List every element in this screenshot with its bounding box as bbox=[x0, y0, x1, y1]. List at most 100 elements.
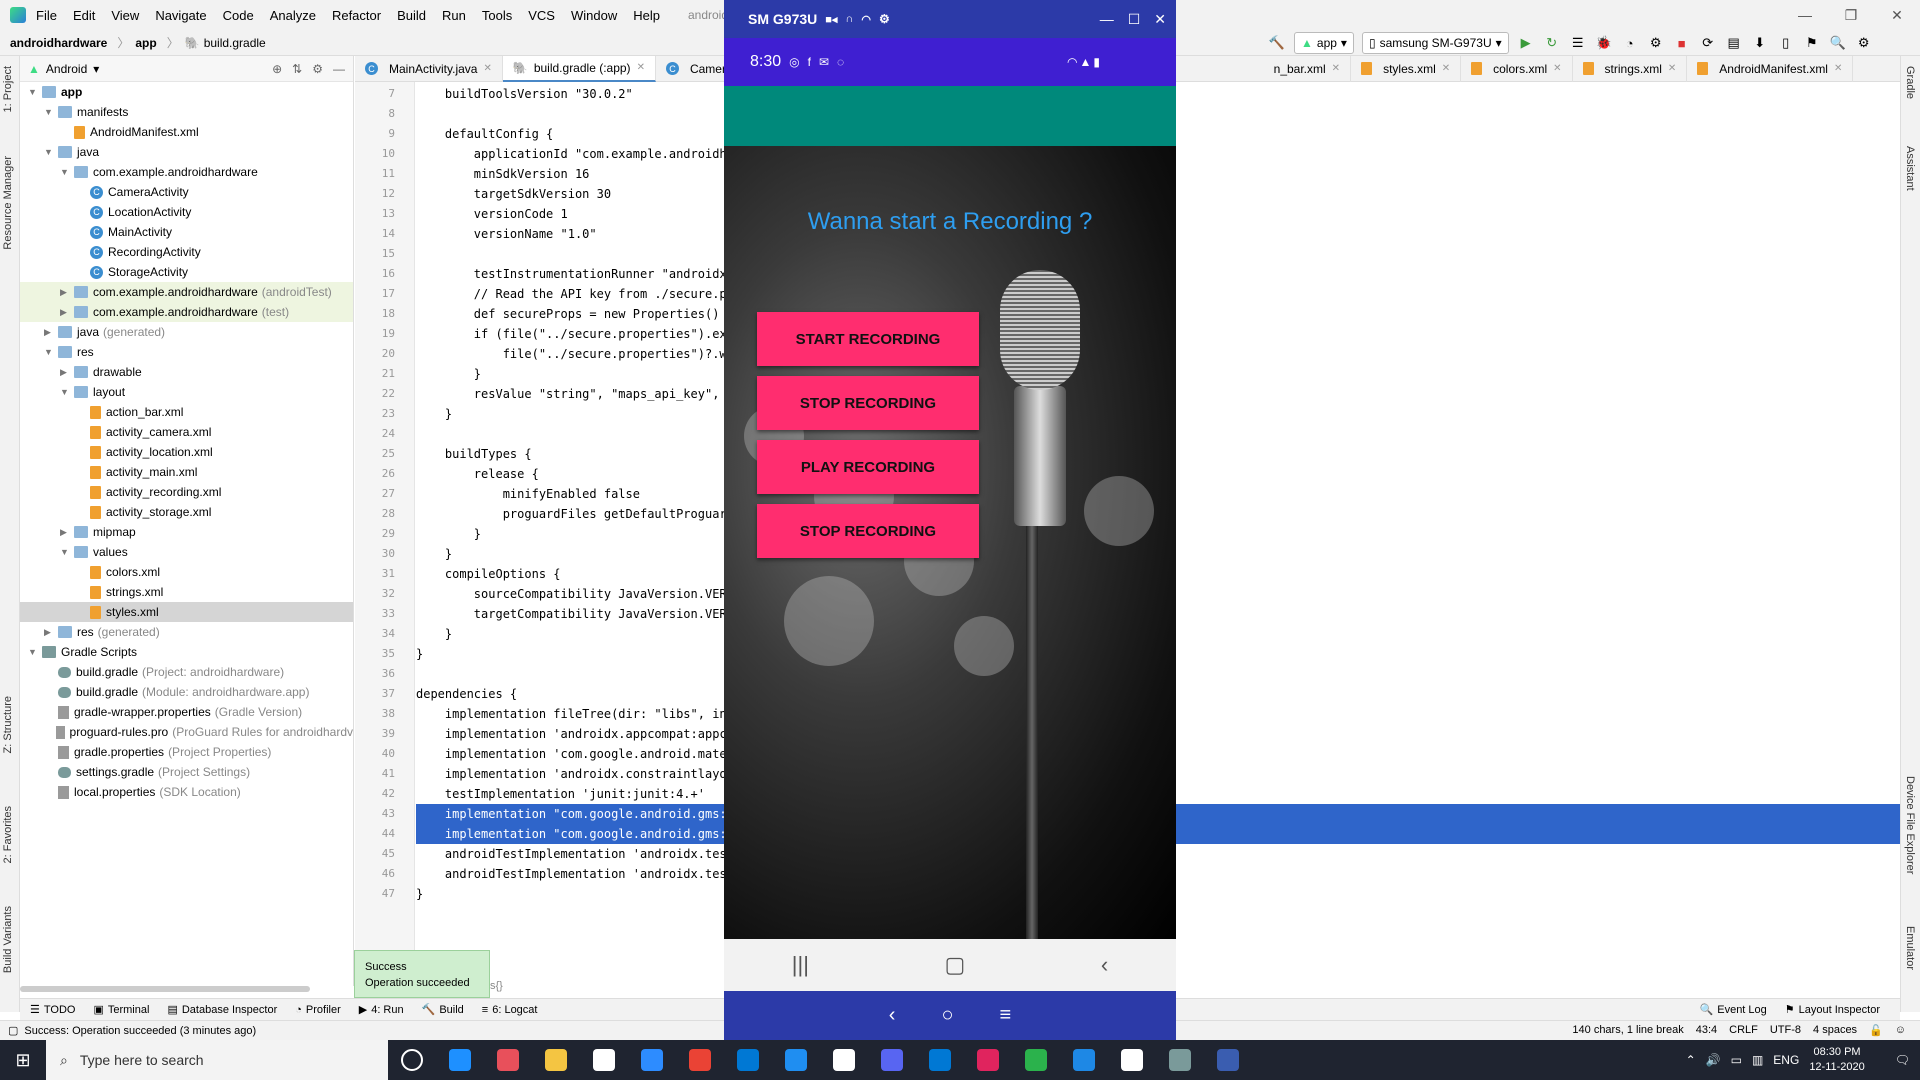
tree-item[interactable]: C MainActivity bbox=[20, 222, 353, 242]
tab-mainactivity[interactable]: C MainActivity.java ✕ bbox=[355, 55, 503, 82]
profile-icon[interactable]: ◔ bbox=[1621, 34, 1639, 52]
tree-item[interactable]: ▼ res bbox=[20, 342, 353, 362]
sdk-manager-icon[interactable]: ⬇ bbox=[1751, 34, 1769, 52]
tree-item[interactable]: strings.xml bbox=[20, 582, 353, 602]
tree-item[interactable]: C StorageActivity bbox=[20, 262, 353, 282]
expanded-arrow-icon[interactable]: ▼ bbox=[60, 547, 70, 557]
restore-icon[interactable]: ❐ bbox=[1828, 0, 1874, 30]
search-icon[interactable]: 🔍 bbox=[1829, 34, 1847, 52]
run-config-select[interactable]: ▲ app ▾ bbox=[1294, 32, 1354, 54]
tab-strings-xml[interactable]: strings.xml ✕ bbox=[1573, 55, 1688, 82]
tree-item[interactable]: ▶ mipmap bbox=[20, 522, 353, 542]
tree-item[interactable]: colors.xml bbox=[20, 562, 353, 582]
tree-item[interactable]: ▶ res (generated) bbox=[20, 622, 353, 642]
tree-item[interactable]: gradle.properties (Project Properties) bbox=[20, 742, 353, 762]
tree-item[interactable]: ▼ layout bbox=[20, 382, 353, 402]
tool-database-inspector[interactable]: ▤ Database Inspector bbox=[167, 1003, 277, 1017]
tool-build[interactable]: 🔨 Build bbox=[422, 1003, 464, 1017]
logcat-icon[interactable]: ☰ bbox=[1569, 34, 1587, 52]
stop-playback-button[interactable]: STOP RECORDING bbox=[757, 504, 979, 558]
menu-refactor[interactable]: Refactor bbox=[332, 0, 391, 30]
collapse-icon[interactable]: ⇅ bbox=[292, 62, 302, 76]
tab-androidmanifest-xml[interactable]: AndroidManifest.xml ✕ bbox=[1687, 55, 1854, 82]
tool-layout-inspector[interactable]: ⚑ Layout Inspector bbox=[1785, 1003, 1880, 1017]
taskbar-app-icon[interactable] bbox=[436, 1040, 484, 1080]
tab-structure[interactable]: Z: Structure bbox=[2, 696, 14, 753]
tab-action-bar-xml[interactable]: n_bar.xml ✕ bbox=[1264, 55, 1352, 82]
recent-apps-icon[interactable]: ||| bbox=[792, 952, 809, 978]
play-recording-button[interactable]: PLAY RECORDING bbox=[757, 440, 979, 494]
settings-icon[interactable]: ⚙ bbox=[1855, 34, 1873, 52]
menu-analyze[interactable]: Analyze bbox=[270, 0, 326, 30]
menu-code[interactable]: Code bbox=[223, 0, 264, 30]
back-icon[interactable]: ‹ bbox=[889, 1004, 896, 1027]
tab-favorites[interactable]: 2: Favorites bbox=[2, 806, 14, 863]
tool-terminal[interactable]: ▣ Terminal bbox=[93, 1003, 149, 1017]
collapsed-arrow-icon[interactable]: ▶ bbox=[60, 367, 70, 378]
collapsed-arrow-icon[interactable]: ▶ bbox=[60, 307, 70, 318]
taskbar-app-icon[interactable] bbox=[1060, 1040, 1108, 1080]
network-icon[interactable]: ▥ bbox=[1752, 1053, 1763, 1067]
windows-start-icon[interactable]: ⊞ bbox=[0, 1040, 46, 1080]
expanded-arrow-icon[interactable]: ▼ bbox=[28, 87, 38, 97]
tree-item[interactable]: ▶ com.example.androidhardware (test) bbox=[20, 302, 353, 322]
tab-styles-xml[interactable]: styles.xml ✕ bbox=[1351, 55, 1462, 82]
tab-build-gradle[interactable]: 🐘 build.gradle (:app) ✕ bbox=[502, 55, 656, 82]
project-scrollbar[interactable] bbox=[20, 986, 310, 992]
tool-event-log[interactable]: 🔍 Event Log bbox=[1700, 1003, 1767, 1017]
taskbar-app-icon[interactable] bbox=[1156, 1040, 1204, 1080]
collapsed-arrow-icon[interactable]: ▶ bbox=[44, 327, 54, 338]
taskbar-app-icon[interactable] bbox=[772, 1040, 820, 1080]
language-indicator[interactable]: ENG bbox=[1773, 1053, 1799, 1067]
tree-item[interactable]: proguard-rules.pro (ProGuard Rules for an… bbox=[20, 722, 353, 742]
tree-item[interactable]: activity_main.xml bbox=[20, 462, 353, 482]
line-separator[interactable]: CRLF bbox=[1729, 1024, 1758, 1037]
collapsed-arrow-icon[interactable]: ▶ bbox=[60, 527, 70, 538]
menu-icon[interactable]: ≡ bbox=[1000, 1004, 1012, 1027]
expanded-arrow-icon[interactable]: ▼ bbox=[44, 347, 54, 357]
tree-item[interactable]: ▼ com.example.androidhardware bbox=[20, 162, 353, 182]
expanded-arrow-icon[interactable]: ▼ bbox=[60, 387, 70, 397]
expanded-arrow-icon[interactable]: ▼ bbox=[60, 167, 70, 177]
tree-item[interactable]: ▼ manifests bbox=[20, 102, 353, 122]
tool-profiler[interactable]: ◔ Profiler bbox=[295, 1004, 341, 1016]
close-icon[interactable]: ✕ bbox=[637, 62, 645, 73]
tab-emulator[interactable]: Emulator bbox=[1904, 926, 1916, 970]
menu-file[interactable]: File bbox=[36, 0, 67, 30]
debug-icon[interactable]: 🐞 bbox=[1595, 34, 1613, 52]
tree-item[interactable]: activity_camera.xml bbox=[20, 422, 353, 442]
tree-item[interactable]: ▼ java bbox=[20, 142, 353, 162]
breadcrumb-module[interactable]: app bbox=[135, 36, 156, 50]
taskbar-app-icon[interactable] bbox=[532, 1040, 580, 1080]
close-icon[interactable]: ✕ bbox=[1442, 63, 1450, 74]
taskbar-app-icon[interactable] bbox=[724, 1040, 772, 1080]
tree-item[interactable]: build.gradle (Module: androidhardware.app… bbox=[20, 682, 353, 702]
tab-gradle[interactable]: Gradle bbox=[1904, 66, 1916, 99]
taskbar-app-icon[interactable] bbox=[628, 1040, 676, 1080]
taskbar-search-box[interactable]: ⌕ Type here to search bbox=[46, 1040, 388, 1080]
taskbar-app-icon[interactable] bbox=[1012, 1040, 1060, 1080]
tree-item[interactable]: activity_location.xml bbox=[20, 442, 353, 462]
indent-setting[interactable]: 4 spaces bbox=[1813, 1024, 1857, 1037]
taskbar-app-icon[interactable] bbox=[388, 1040, 436, 1080]
taskbar-app-icon[interactable] bbox=[916, 1040, 964, 1080]
tab-device-file-explorer[interactable]: Device File Explorer bbox=[1904, 776, 1916, 874]
run-icon[interactable]: ▶ bbox=[1517, 34, 1535, 52]
menu-build[interactable]: Build bbox=[397, 0, 436, 30]
inspector-icon[interactable]: ☺ bbox=[1895, 1024, 1906, 1037]
tree-item[interactable]: C LocationActivity bbox=[20, 202, 353, 222]
close-icon[interactable]: ✕ bbox=[1332, 63, 1340, 74]
menu-help[interactable]: Help bbox=[633, 0, 670, 30]
apply-changes-icon[interactable]: ↻ bbox=[1543, 34, 1561, 52]
tree-item[interactable]: ▶ drawable bbox=[20, 362, 353, 382]
taskbar-app-icon[interactable] bbox=[820, 1040, 868, 1080]
collapsed-arrow-icon[interactable]: ▶ bbox=[44, 627, 54, 638]
minimize-icon[interactable]: — bbox=[1100, 11, 1114, 28]
taskbar-app-icon[interactable] bbox=[868, 1040, 916, 1080]
maximize-icon[interactable]: ☐ bbox=[1128, 11, 1141, 28]
tab-resource-manager[interactable]: Resource Manager bbox=[2, 156, 14, 250]
taskbar-app-icon[interactable] bbox=[964, 1040, 1012, 1080]
taskbar-app-icon[interactable] bbox=[1108, 1040, 1156, 1080]
tree-item[interactable]: ▼ Gradle Scripts bbox=[20, 642, 353, 662]
home-icon[interactable]: ▢ bbox=[945, 952, 966, 978]
